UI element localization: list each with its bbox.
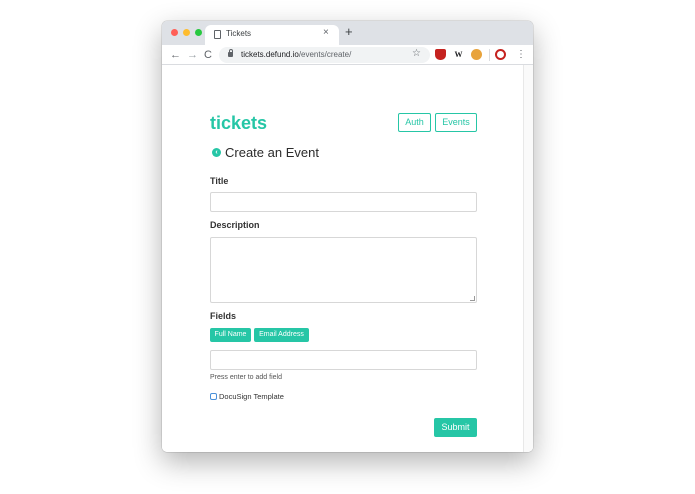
title-label: Title bbox=[210, 176, 229, 186]
spiral-icon[interactable] bbox=[495, 49, 506, 60]
back-arrow-icon[interactable]: ‹ bbox=[212, 148, 221, 157]
reload-button[interactable]: C bbox=[204, 47, 212, 63]
back-button[interactable]: ← bbox=[170, 47, 181, 63]
url-path: /events/create/ bbox=[298, 50, 352, 59]
url-text: tickets.defund.io/events/create/ bbox=[241, 50, 351, 60]
add-field-input[interactable] bbox=[210, 350, 477, 370]
brand-logo[interactable]: tickets bbox=[210, 113, 267, 134]
title-input[interactable] bbox=[210, 192, 477, 212]
document-icon bbox=[214, 30, 221, 39]
maximize-window-button[interactable] bbox=[195, 29, 202, 36]
tab-title: Tickets bbox=[226, 29, 252, 38]
browser-toolbar: ← → C tickets.defund.io/events/create/ ☆… bbox=[162, 45, 533, 65]
browser-window: Tickets × + ← → C tickets.defund.io/even… bbox=[162, 21, 533, 452]
events-button[interactable]: Events bbox=[435, 113, 477, 132]
wikipedia-icon[interactable]: W bbox=[453, 49, 464, 60]
forward-button[interactable]: → bbox=[187, 47, 198, 63]
toolbar-divider bbox=[489, 49, 490, 61]
submit-button[interactable]: Submit bbox=[434, 418, 477, 437]
docusign-label[interactable]: DocuSign Template bbox=[219, 392, 284, 401]
page-title: Create an Event bbox=[225, 145, 319, 160]
docusign-checkbox[interactable] bbox=[210, 393, 217, 400]
page-viewport: tickets Auth Events ‹ Create an Event Ti… bbox=[162, 65, 533, 452]
add-field-hint: Press enter to add field bbox=[210, 374, 282, 381]
scrollbar[interactable] bbox=[523, 65, 533, 452]
cookie-icon[interactable] bbox=[471, 49, 482, 60]
address-bar[interactable]: tickets.defund.io/events/create/ ☆ bbox=[219, 47, 430, 63]
close-window-button[interactable] bbox=[171, 29, 178, 36]
field-tag-full-name[interactable]: Full Name bbox=[210, 328, 251, 342]
minimize-window-button[interactable] bbox=[183, 29, 190, 36]
auth-button[interactable]: Auth bbox=[398, 113, 431, 132]
fields-label: Fields bbox=[210, 311, 237, 321]
resize-handle-icon[interactable] bbox=[470, 296, 475, 301]
browser-tab[interactable]: Tickets × bbox=[205, 25, 339, 45]
new-tab-button[interactable]: + bbox=[345, 24, 353, 40]
close-tab-icon[interactable]: × bbox=[323, 27, 329, 38]
tab-strip: Tickets × + bbox=[162, 21, 533, 45]
browser-menu-icon[interactable]: ⋮ bbox=[516, 48, 526, 62]
lock-icon bbox=[228, 49, 233, 57]
field-tag-email-address[interactable]: Email Address bbox=[254, 328, 309, 342]
url-host: tickets.defund.io bbox=[241, 50, 299, 59]
description-textarea[interactable] bbox=[210, 237, 477, 303]
shield-icon[interactable] bbox=[435, 49, 446, 60]
bookmark-star-icon[interactable]: ☆ bbox=[412, 48, 421, 59]
description-label: Description bbox=[210, 220, 260, 230]
